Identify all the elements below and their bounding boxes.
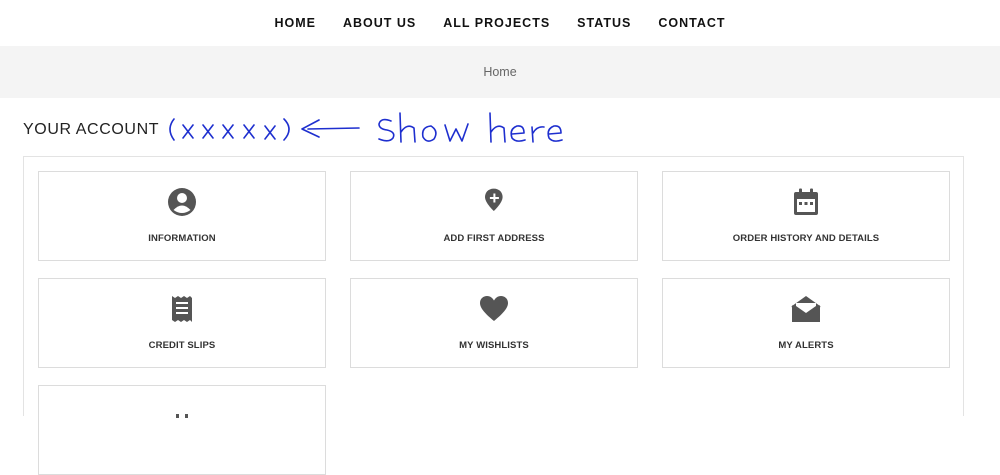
my-alerts-link[interactable]: MY ALERTS <box>662 278 950 368</box>
account-title-row: YOUR ACCOUNT <box>23 108 583 148</box>
card-label: CREDIT SLIPS <box>148 340 216 351</box>
breadcrumb: Home <box>0 46 1000 98</box>
nav-contact[interactable]: CONTACT <box>658 16 725 30</box>
breadcrumb-home[interactable]: Home <box>483 65 516 79</box>
account-link-partial[interactable] <box>38 385 326 475</box>
receipt-icon <box>166 293 198 325</box>
heart-icon <box>478 293 510 325</box>
order-history-link[interactable]: ORDER HISTORY AND DETAILS <box>662 171 950 261</box>
calendar-icon <box>790 186 822 218</box>
my-wishlists-link[interactable]: MY WISHLISTS <box>350 278 638 368</box>
user-circle-icon <box>166 186 198 218</box>
nav-status[interactable]: STATUS <box>577 16 631 30</box>
add-first-address-link[interactable]: ADD FIRST ADDRESS <box>350 171 638 261</box>
main-nav: HOME ABOUT US ALL PROJECTS STATUS CONTAC… <box>0 0 1000 46</box>
card-label: MY ALERTS <box>778 340 834 351</box>
account-links-panel: INFORMATION ADD FIRST ADDRESS ORDER HIST… <box>23 156 964 475</box>
map-pin-plus-icon <box>478 186 510 218</box>
envelope-open-icon <box>790 293 822 325</box>
card-label: ORDER HISTORY AND DETAILS <box>732 233 880 244</box>
credit-slips-link[interactable]: CREDIT SLIPS <box>38 278 326 368</box>
handwritten-annotation <box>169 112 563 143</box>
information-link[interactable]: INFORMATION <box>38 171 326 261</box>
card-label: MY WISHLISTS <box>459 340 529 351</box>
card-label: ADD FIRST ADDRESS <box>443 233 545 244</box>
card-label: INFORMATION <box>148 233 216 244</box>
nav-home[interactable]: HOME <box>274 16 316 30</box>
nav-about-us[interactable]: ABOUT US <box>343 16 416 30</box>
page-title: YOUR ACCOUNT <box>23 121 160 138</box>
nav-all-projects[interactable]: ALL PROJECTS <box>443 16 550 30</box>
